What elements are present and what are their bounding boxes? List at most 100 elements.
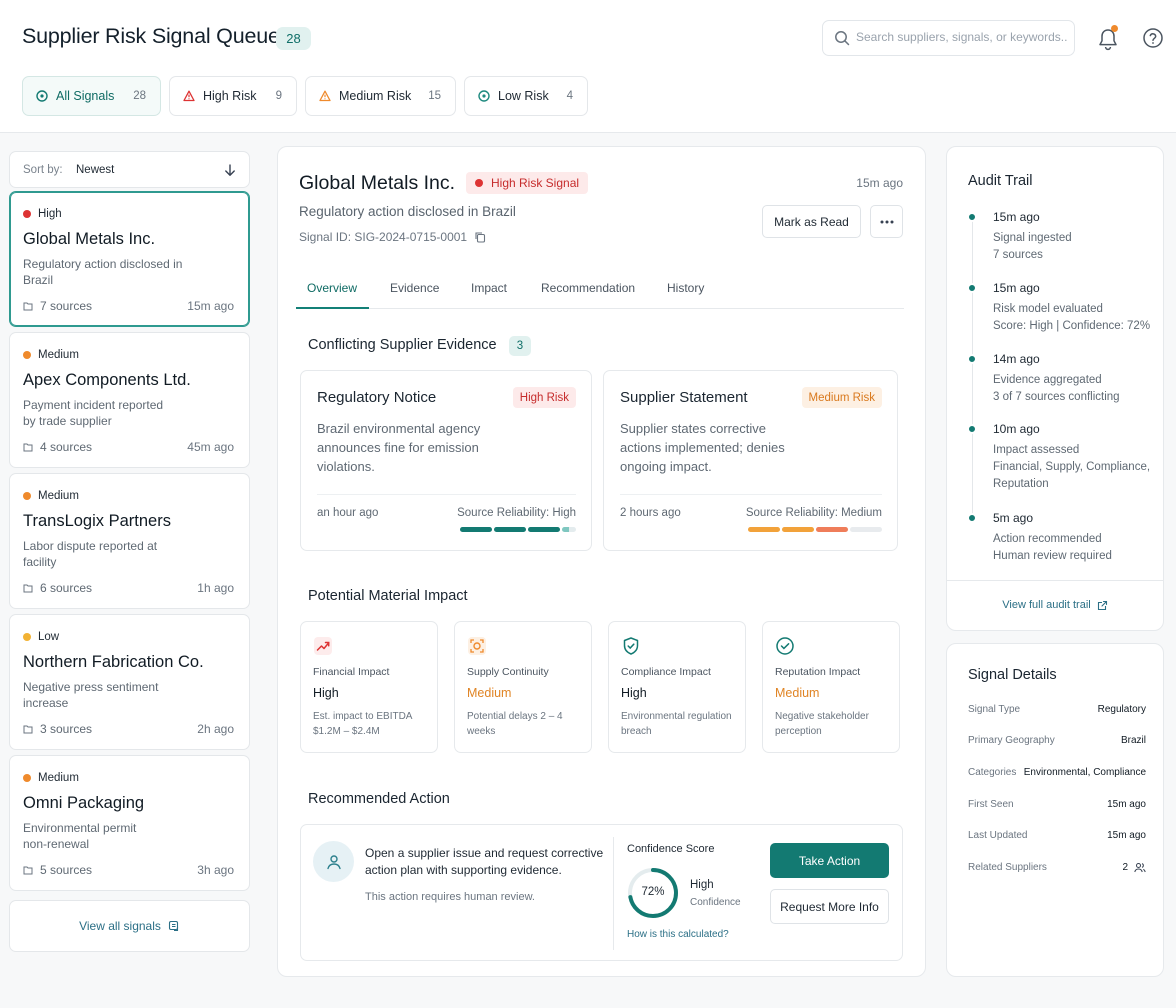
audit-text: Risk model evaluated Score: High | Confi…: [993, 303, 1151, 332]
detail-value-with-icon: 2: [1122, 862, 1146, 873]
search-icon: [834, 30, 850, 46]
signal-time: 45m ago: [187, 440, 234, 454]
trend-chart-icon: [313, 636, 333, 656]
filter-count: 4: [566, 90, 573, 102]
view-all-signals-link[interactable]: View all signals: [9, 900, 250, 952]
mark-as-read-button[interactable]: Mark as Read: [762, 205, 861, 238]
reliability-segment: [460, 527, 492, 532]
details-title: Signal Details: [968, 667, 1057, 683]
evidence-time: 2 hours ago: [620, 507, 681, 519]
impact-card-reputation: Reputation Impact Medium Negative stakeh…: [762, 621, 900, 753]
sources-label: 7 sources: [40, 299, 93, 313]
filter-high-risk[interactable]: High Risk 9: [169, 76, 297, 116]
warning-triangle-icon: [319, 90, 331, 102]
filter-label: All Signals: [56, 89, 115, 103]
divider: [947, 580, 1163, 581]
detail-value: 15m ago: [1107, 799, 1146, 810]
take-action-button[interactable]: Take Action: [770, 843, 889, 878]
filter-count: 9: [275, 90, 282, 102]
sort-dropdown[interactable]: Sort by: Newest: [9, 151, 250, 188]
detail-key: Signal Type: [968, 704, 1021, 715]
impact-value: High: [621, 686, 647, 700]
sources-label: 3 sources: [40, 722, 93, 736]
detail-row-categories: Categories Environmental, Compliance: [968, 767, 1146, 783]
notification-dot: [1111, 25, 1118, 32]
audit-text: Signal ingested 7 sources: [993, 232, 1072, 261]
impact-card-compliance: Compliance Impact High Environmental reg…: [608, 621, 746, 753]
external-link-icon: [1091, 600, 1108, 611]
tab-history[interactable]: History: [667, 281, 704, 295]
reliability-segment: [850, 527, 882, 532]
info-circle-icon: [478, 90, 490, 102]
impact-note: Est. impact to EBITDA $1.2M – $2.4M: [313, 711, 412, 737]
timeline-dot: [967, 354, 977, 364]
detail-row-related-suppliers[interactable]: Related Suppliers 2: [968, 862, 1146, 878]
folder-icon: [23, 584, 33, 593]
users-icon: [1134, 863, 1146, 873]
signal-time: 2h ago: [197, 722, 234, 736]
signal-card-northern-fabrication[interactable]: Low Northern Fabrication Co. Negative pr…: [9, 614, 250, 750]
filter-label: High Risk: [203, 89, 257, 103]
detail-time: 15m ago: [856, 176, 903, 190]
detail-key: Categories: [968, 767, 1017, 778]
filter-low-risk[interactable]: Low Risk 4: [464, 76, 588, 116]
impact-section-title: Potential Material Impact: [308, 588, 468, 604]
divider: [317, 494, 576, 495]
tab-recommendation[interactable]: Recommendation: [541, 281, 635, 295]
reliability-segment: [562, 527, 576, 532]
evidence-risk-badge: Medium Risk: [801, 387, 882, 408]
evidence-risk-badge: High Risk: [512, 387, 576, 408]
evidence-card-supplier-statement[interactable]: Supplier Statement Medium Risk Supplier …: [603, 370, 898, 551]
timeline-dot: [967, 212, 977, 222]
recommended-action-card: Open a supplier issue and request correc…: [300, 824, 903, 961]
risk-level: Medium: [23, 349, 79, 361]
detail-subtitle: Regulatory action disclosed in Brazil: [299, 204, 516, 219]
confidence-level: High: [690, 879, 714, 891]
notifications-button[interactable]: [1097, 25, 1121, 51]
impact-note: Environmental regulation breach: [621, 711, 732, 737]
view-full-label: View full audit trail: [1002, 599, 1091, 611]
detail-value: Regulatory: [1097, 704, 1146, 715]
detail-row-last-updated: Last Updated 15m ago: [968, 830, 1146, 846]
signal-card-global-metals[interactable]: High Global Metals Inc. Regulatory actio…: [9, 191, 250, 327]
supplier-name: Global Metals Inc.: [23, 230, 156, 248]
impact-note: Potential delays 2 – 4 weeks: [467, 711, 563, 737]
request-more-info-button[interactable]: Request More Info: [770, 889, 889, 924]
search-input[interactable]: [856, 30, 1068, 44]
impact-value: Medium: [467, 686, 512, 700]
signal-card-apex[interactable]: Medium Apex Components Ltd. Payment inci…: [9, 332, 250, 468]
audit-time: 14m ago: [993, 352, 1040, 366]
view-full-audit-trail-link[interactable]: View full audit trail: [947, 599, 1163, 611]
signal-description: Payment incident reported by trade suppl…: [23, 398, 164, 428]
search-box[interactable]: [822, 20, 1075, 56]
detail-value: Brazil: [1120, 735, 1146, 746]
how-calculated-link[interactable]: How is this calculated?: [627, 929, 729, 940]
evidence-card-regulatory-notice[interactable]: Regulatory Notice High Risk Brazil envir…: [300, 370, 592, 551]
arrow-down-icon: [223, 163, 237, 177]
confidence-label: Confidence Score: [627, 843, 715, 855]
tab-evidence[interactable]: Evidence: [390, 281, 439, 295]
copy-icon[interactable]: [467, 231, 486, 243]
filter-medium-risk[interactable]: Medium Risk 15: [305, 76, 456, 116]
filter-all-signals[interactable]: All Signals 28: [22, 76, 161, 116]
sources: 3 sources: [23, 722, 92, 736]
tab-impact[interactable]: Impact: [471, 281, 507, 295]
detail-row-geography: Primary Geography Brazil: [968, 735, 1146, 751]
risk-level-label: Medium: [38, 349, 79, 361]
signal-details-panel: Signal Details Signal Type Regulatory Pri…: [946, 643, 1164, 977]
check-circle-icon: [775, 636, 795, 656]
detail-row-first-seen: First Seen 15m ago: [968, 799, 1146, 815]
risk-level: Medium: [23, 772, 79, 784]
tab-overview[interactable]: Overview: [307, 281, 357, 295]
help-button[interactable]: [1142, 27, 1166, 51]
more-options-button[interactable]: [870, 205, 903, 238]
folder-icon: [23, 725, 33, 734]
audit-text: Evidence aggregated 3 of 7 sources confl…: [993, 374, 1120, 403]
risk-dot: [475, 179, 483, 187]
audit-text: Action recommended Human review required: [993, 533, 1112, 562]
signal-card-translogix[interactable]: Medium TransLogix Partners Labor dispute…: [9, 473, 250, 609]
signal-card-omni-packaging[interactable]: Medium Omni Packaging Environmental perm…: [9, 755, 250, 891]
timeline-dot: [967, 283, 977, 293]
audit-trail-panel: Audit Trail 15m ago Signal ingested 7 so…: [946, 146, 1164, 631]
detail-key: Last Updated: [968, 830, 1028, 841]
